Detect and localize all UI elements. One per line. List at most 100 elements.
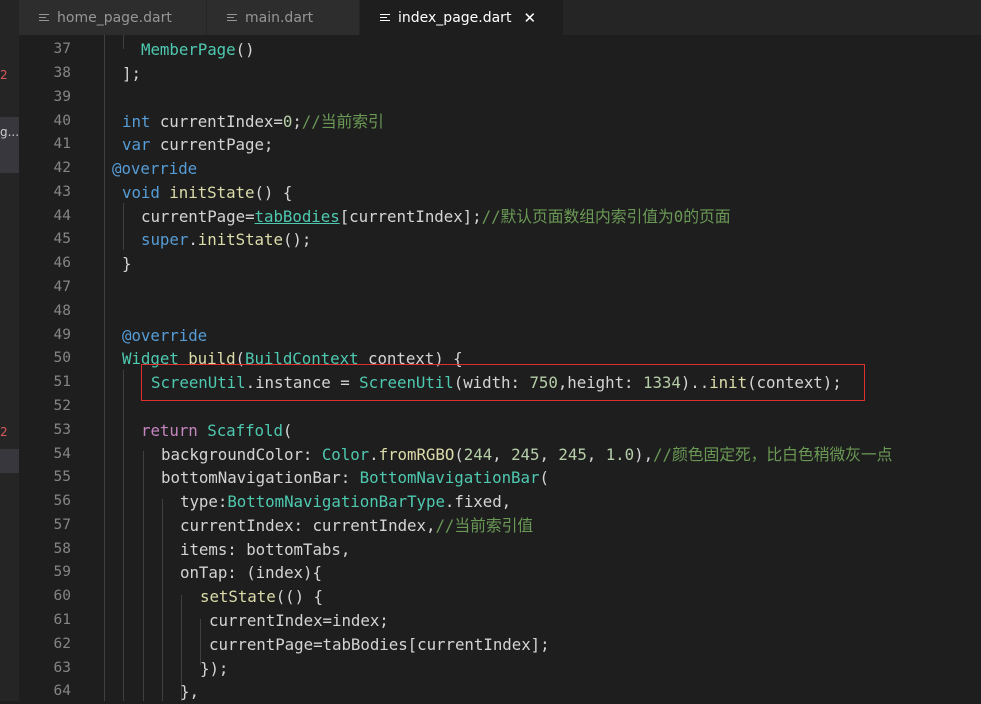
code-line: items: bottomTabs, — [180, 538, 350, 562]
indent-guide — [123, 35, 124, 49]
code-token: void — [122, 183, 160, 202]
indent-guide — [123, 203, 124, 250]
code-token: BottomNavigationBarType — [227, 492, 445, 511]
code-token: }); — [200, 659, 229, 678]
code-line: }, — [180, 680, 199, 701]
tab-label: main.dart — [245, 9, 314, 26]
code-token: 244 — [463, 445, 493, 464]
code-token: () { — [254, 183, 293, 202]
code-line: currentIndex: currentIndex,//当前索引值 — [180, 514, 533, 538]
code-link[interactable]: tabBodies — [255, 207, 340, 226]
line-number: 59 — [53, 564, 71, 580]
highlight-annotation-box — [141, 364, 865, 401]
code-line: type:BottomNavigationBarType.fixed, — [180, 490, 511, 514]
line-number: 56 — [53, 493, 71, 509]
code-comment: //默认页面数组内索引值为0的页面 — [481, 207, 731, 226]
sidebar-selected-item[interactable] — [0, 449, 19, 473]
code-token: backgroundColor: — [161, 445, 322, 464]
code-annotation: @override — [112, 159, 198, 178]
code-line: }); — [200, 657, 228, 681]
code-token: super — [141, 230, 189, 249]
line-number: 49 — [53, 327, 71, 343]
tab-label: home_page.dart — [57, 9, 172, 26]
sidebar-fragment-digit: 2 — [0, 425, 8, 439]
indent-guide — [143, 451, 144, 701]
sidebar-strip: 2 g... 2 — [0, 0, 19, 701]
code-line: } — [122, 252, 132, 276]
code-token: . — [369, 445, 379, 464]
close-icon[interactable]: ✕ — [523, 9, 536, 27]
code-line: @override — [112, 157, 197, 181]
line-number-gutter: 37 38 39 40 41 42 43 44 45 46 47 48 49 5… — [19, 35, 74, 701]
code-token: } — [122, 254, 132, 273]
line-number: 60 — [53, 588, 71, 604]
code-token: ; — [292, 112, 302, 131]
file-lines-icon — [380, 13, 390, 23]
code-line: var currentPage; — [122, 133, 273, 157]
code-line: bottomNavigationBar: BottomNavigationBar… — [161, 466, 549, 490]
line-number: 62 — [53, 636, 71, 652]
indent-guide — [123, 370, 124, 701]
code-line: int currentIndex=0;//当前索引 — [122, 110, 384, 134]
tab-main-dart[interactable]: main.dart — [207, 0, 360, 35]
code-token: 0 — [282, 112, 293, 131]
code-token: initState — [197, 230, 283, 249]
code-comment: //颜色固定死，比白色稍微灰一点 — [653, 445, 893, 464]
editor-tab-bar: home_page.dart main.dart index_page.dart… — [19, 0, 981, 35]
code-token: () — [235, 40, 255, 59]
code-token: 245 — [558, 445, 587, 464]
code-line: backgroundColor: Color.fromRGBO(244, 245… — [161, 443, 892, 467]
code-token: ( — [454, 445, 464, 464]
line-number: 50 — [53, 350, 71, 366]
code-token: , — [492, 445, 512, 464]
code-annotation: @override — [122, 326, 208, 345]
code-token: BottomNavigationBar — [359, 468, 540, 487]
code-token: ( — [282, 421, 293, 440]
code-token: .fixed, — [444, 492, 512, 511]
code-token: ]; — [122, 64, 141, 83]
line-number: 41 — [53, 136, 71, 152]
code-token: currentIndex= — [150, 112, 283, 131]
code-token: [currentIndex]; — [339, 207, 482, 226]
code-token: type: — [180, 492, 228, 511]
line-number: 48 — [53, 303, 71, 319]
code-token: bottomNavigationBar: — [161, 468, 360, 487]
code-comment: //当前索引 — [301, 112, 384, 131]
line-number: 63 — [53, 660, 71, 676]
code-token: currentPage= — [141, 207, 255, 226]
code-line: @override — [122, 324, 207, 348]
line-number: 51 — [53, 374, 71, 390]
line-number: 39 — [53, 89, 71, 105]
line-number: 61 — [53, 612, 71, 628]
line-number: 37 — [53, 41, 71, 57]
code-token: Scaffold — [207, 421, 283, 440]
code-token: }, — [180, 682, 199, 701]
code-line: super.initState(); — [141, 228, 311, 252]
sidebar-fragment-digit: 2 — [0, 68, 8, 82]
tab-home-page-dart[interactable]: home_page.dart — [19, 0, 207, 35]
tab-index-page-dart[interactable]: index_page.dart ✕ — [360, 0, 564, 35]
line-number: 47 — [53, 279, 71, 295]
sidebar-fragment-text: g... — [0, 125, 19, 139]
line-number: 40 — [53, 113, 71, 129]
tab-label: index_page.dart — [398, 9, 512, 26]
code-token: MemberPage — [141, 40, 236, 59]
line-number: 64 — [53, 683, 71, 699]
code-comment: //当前索引值 — [435, 516, 534, 535]
code-line: currentPage=tabBodies[currentIndex]; — [209, 633, 550, 657]
code-token: (() { — [275, 587, 323, 606]
line-number: 46 — [53, 255, 71, 271]
code-token: 245 — [511, 445, 540, 464]
code-token: onTap: (index){ — [180, 563, 322, 582]
code-line: return Scaffold( — [141, 419, 292, 443]
code-token: currentIndex: currentIndex, — [180, 516, 436, 535]
line-number: 45 — [53, 231, 71, 247]
line-number: 38 — [53, 65, 71, 81]
indent-guide — [162, 499, 163, 701]
code-token: , — [586, 445, 606, 464]
line-number: 58 — [53, 541, 71, 557]
file-lines-icon — [39, 13, 49, 23]
code-line: MemberPage() — [141, 38, 255, 62]
line-number: 54 — [53, 446, 71, 462]
